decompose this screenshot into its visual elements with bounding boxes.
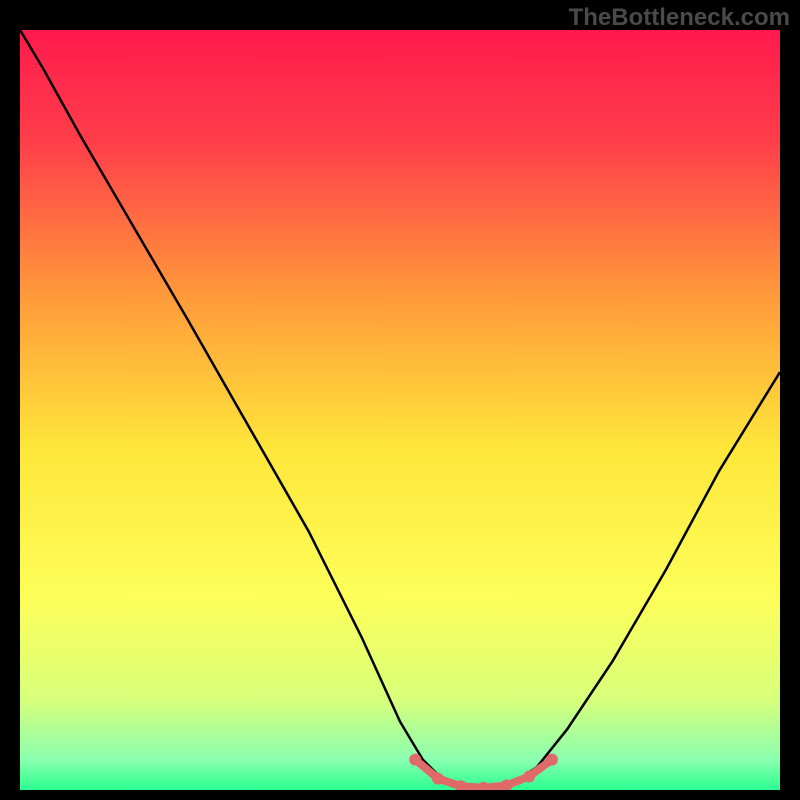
chart-container: TheBottleneck.com	[0, 0, 800, 800]
plot-area	[20, 30, 780, 790]
marker-point	[546, 754, 558, 766]
watermark-text: TheBottleneck.com	[569, 4, 790, 32]
chart-svg	[20, 30, 780, 790]
gradient-background	[20, 30, 780, 790]
